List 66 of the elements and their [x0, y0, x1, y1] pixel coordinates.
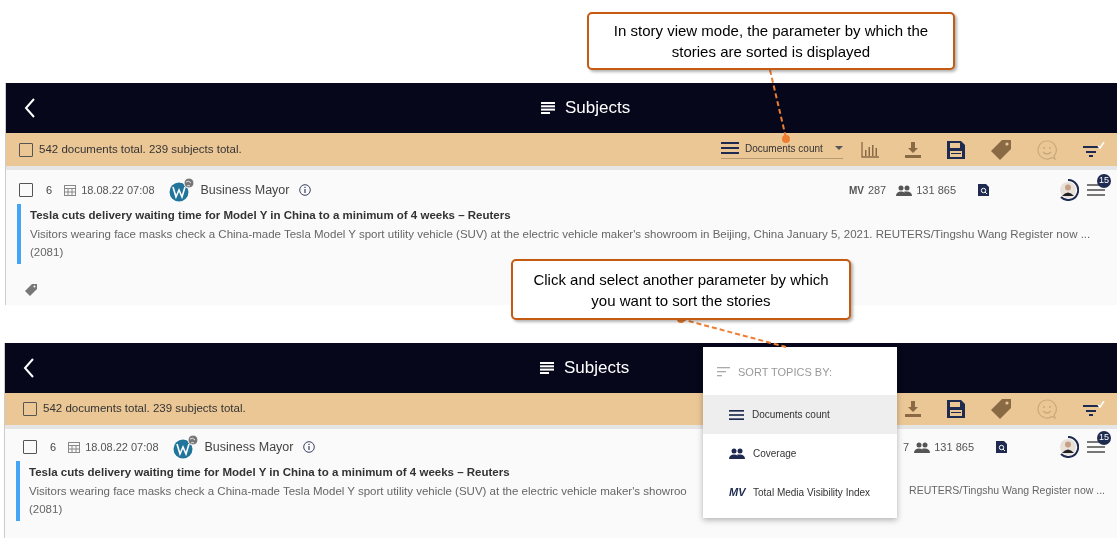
people-icon — [729, 448, 745, 459]
story-description: (2081) — [29, 501, 64, 517]
calendar-icon — [64, 184, 77, 196]
caret-icon — [835, 146, 843, 150]
avatar-icon[interactable] — [1057, 436, 1079, 458]
totals-text: 542 documents total. 239 subjects total. — [43, 401, 246, 417]
callout: Click and select another parameter by which you want to sort the stories — [511, 259, 851, 320]
download-icon[interactable] — [905, 401, 921, 417]
coverage-value: 131 865 — [934, 439, 974, 455]
wordpress-globe-icon — [172, 435, 199, 459]
tag-icon[interactable] — [991, 399, 1011, 419]
document-count: 6 — [50, 439, 57, 455]
sort-icon — [717, 367, 730, 377]
story-title: Tesla cuts delivery waiting time for Model Y in China to a minimum of 4 weeks – Reuters — [29, 465, 511, 480]
notification-badge: 15 — [1097, 431, 1111, 445]
tag-icon[interactable] — [991, 139, 1011, 160]
mv-label: MV — [848, 183, 864, 198]
download-icon[interactable] — [905, 141, 921, 158]
source-name: Business Mayor — [200, 181, 290, 199]
lines-icon — [729, 407, 744, 422]
totals-text: 542 documents total. 239 subjects total. — [39, 141, 242, 157]
list-icon — [540, 362, 554, 374]
wordpress-globe-icon — [168, 178, 195, 202]
calendar-icon — [68, 441, 81, 453]
lines-icon — [721, 141, 739, 155]
story-checkbox[interactable] — [23, 440, 37, 454]
story-description: REUTERS/Tingshu Wang Register now ... — [909, 483, 1105, 499]
story-title: Tesla cuts delivery waiting time for Model Y in China to a minimum of 4 weeks – Reuters — [30, 208, 512, 223]
story-description: Visitors wearing face masks check a China-made Tesla Model Y sport utility vehicle (SUV) at the electric vehicle maker's showroo — [29, 484, 687, 500]
document-count: 6 — [46, 182, 53, 198]
info-icon[interactable] — [299, 184, 312, 196]
document-search-icon[interactable] — [996, 441, 1007, 453]
mv-value: 7 — [903, 439, 910, 455]
story-date: 18.08.22 07:08 — [85, 439, 159, 455]
source-name: Business Mayor — [204, 438, 294, 456]
menu-heading: SORT TOPICS BY: — [738, 364, 832, 380]
mv-value: 287 — [867, 182, 887, 198]
filter-check-icon[interactable] — [1083, 401, 1105, 417]
story-description: Visitors wearing face masks check a China-made Tesla Model Y sport utility vehicle (SUV) at the electric vehicle maker's showroom in Beijing, China January 5, 2021. REUTERS/Tingshu Wang Register now ... — [30, 227, 1091, 243]
document-search-icon[interactable] — [978, 184, 989, 196]
menu-item[interactable]: Coverage — [703, 434, 897, 473]
menu-item[interactable]: Documents count — [703, 395, 897, 434]
sort-dropdown[interactable]: Documents count — [721, 140, 843, 159]
tag-icon[interactable] — [25, 283, 37, 296]
page-title: Subjects — [565, 97, 631, 120]
bar-chart-icon[interactable] — [861, 141, 879, 158]
back-icon[interactable] — [23, 357, 35, 379]
notification-badge: 15 — [1097, 174, 1111, 188]
select-all-checkbox[interactable] — [19, 142, 33, 157]
people-icon — [914, 441, 931, 453]
save-icon[interactable] — [947, 400, 965, 418]
save-icon[interactable] — [947, 140, 965, 159]
coverage-value: 131 865 — [916, 182, 956, 198]
avatar-icon[interactable] — [1057, 179, 1079, 201]
callout: In story view mode, the parameter by which the stories are sorted is displayed — [587, 12, 955, 70]
select-all-checkbox[interactable] — [23, 402, 37, 416]
filter-check-icon[interactable] — [1083, 141, 1105, 158]
story-description: (2081) — [30, 244, 65, 260]
story-date: 18.08.22 07:08 — [81, 182, 155, 198]
page-title: Subjects — [564, 357, 630, 380]
list-icon — [541, 102, 555, 114]
back-icon[interactable] — [24, 97, 36, 119]
people-icon — [896, 184, 913, 196]
info-icon[interactable] — [303, 441, 316, 453]
menu-item[interactable]: MV Total Media Visibility Index — [703, 473, 897, 512]
story-checkbox[interactable] — [19, 183, 33, 197]
